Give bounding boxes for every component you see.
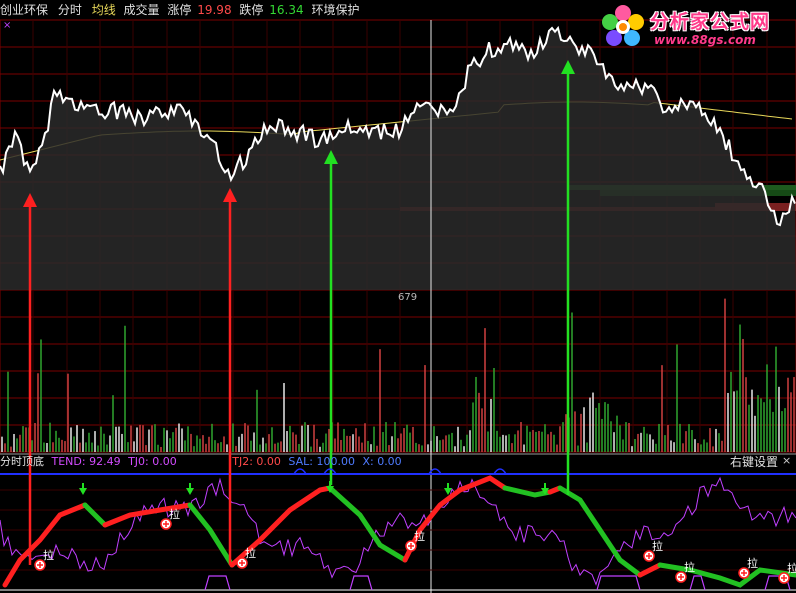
- falling-segment: [557, 485, 643, 578]
- indicator-bar: 分时顶底 TEND: 92.49 TJ0: 0.00 TJ2: 0.00 SAL…: [0, 454, 406, 470]
- signal-label: 拉: [787, 561, 796, 575]
- site-logo: 分析家公式网 www.88gs.com: [598, 2, 796, 52]
- signal-label: 拉: [245, 546, 256, 560]
- base-marker: [204, 575, 231, 591]
- signal-label: 拉: [652, 539, 663, 553]
- x-value: X: 0.00: [362, 455, 402, 468]
- sell-arrow: [79, 488, 87, 495]
- indicator-base-markers: [204, 575, 791, 591]
- signal-label: 拉: [43, 548, 54, 562]
- indicator-title[interactable]: 分时顶底: [0, 455, 44, 468]
- volume-bars: [1, 298, 795, 452]
- flower-icon: [602, 5, 644, 46]
- mode-label[interactable]: 分时: [58, 3, 82, 17]
- signal-label: 拉: [684, 560, 695, 574]
- volume-label: 成交量: [123, 3, 160, 17]
- buy-signal-marker: 拉: [405, 529, 425, 552]
- base-marker: [596, 575, 641, 591]
- title-bar: 创业环保 分时 均线 成交量 涨停 19.98 跌停 16.34 环境保护: [0, 0, 365, 20]
- right-click-settings[interactable]: 右键设置: [730, 453, 778, 470]
- close-price-panel-icon[interactable]: ×: [3, 20, 11, 31]
- base-marker: [349, 575, 373, 591]
- close-indicator-icon[interactable]: ×: [782, 454, 791, 467]
- buy-signal-marker: 拉: [34, 548, 54, 571]
- sell-arrow: [186, 488, 194, 495]
- falling-segment: [187, 502, 235, 568]
- logo-title: 分析家公式网: [650, 11, 771, 33]
- indicator-name: 创业环保: [0, 3, 49, 17]
- limit-up-label: 涨停: [167, 3, 192, 17]
- tj2-value: TJ2: 0.00: [232, 455, 281, 468]
- trend-segments: [2, 475, 796, 588]
- price-area: [0, 28, 796, 290]
- sal-value: SAL: 100.00: [288, 455, 355, 468]
- rising-segment: [2, 502, 88, 588]
- stock-name: 环境保护: [311, 3, 360, 17]
- signal-label: 拉: [414, 529, 425, 543]
- limit-down-value: 16.34: [269, 3, 304, 17]
- center-value: 679: [398, 292, 418, 303]
- signal-label: 拉: [747, 556, 758, 570]
- avg-line-label: 均线: [91, 3, 116, 17]
- buy-signal-marker: 拉: [675, 560, 695, 583]
- tj0-value: TJ0: 0.00: [128, 455, 177, 468]
- falling-segment: [82, 502, 108, 528]
- limit-up-value: 19.98: [197, 3, 232, 17]
- base-marker: [689, 575, 706, 591]
- logo-url[interactable]: www.88gs.com: [654, 33, 756, 47]
- signal-label: 拉: [169, 507, 180, 521]
- tend-value: TEND: 92.49: [51, 455, 121, 468]
- limit-down-label: 跌停: [239, 3, 264, 17]
